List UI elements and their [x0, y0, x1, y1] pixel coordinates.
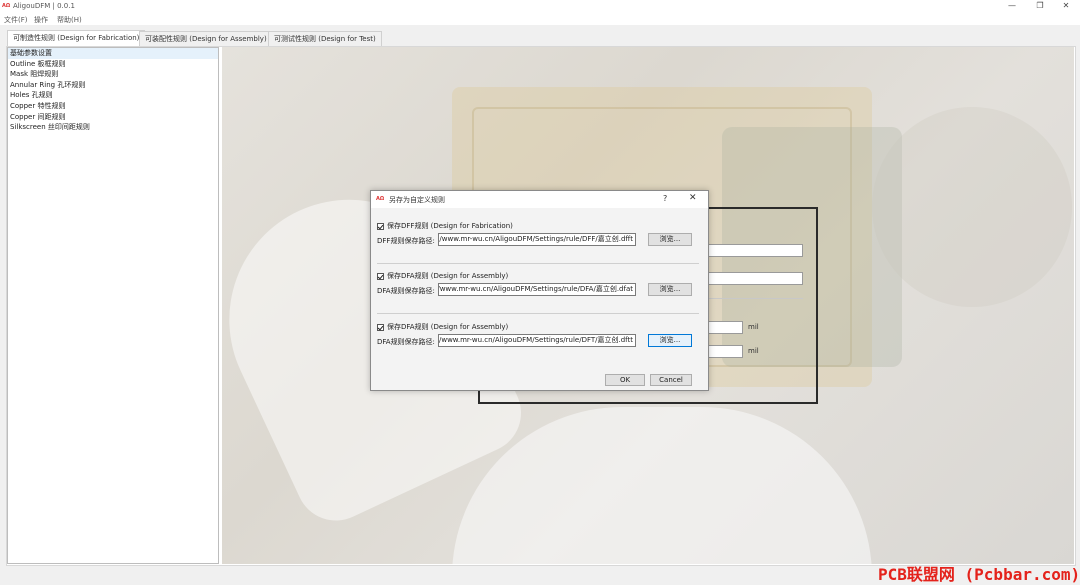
watermark: PCB联盟网 (Pcbbar.com): [878, 565, 1080, 584]
menu-bar: 文件(F) 操作 帮助(H): [0, 13, 1080, 25]
sidebar-item-annular-ring[interactable]: Annular Ring 孔环规则: [8, 80, 218, 91]
save-custom-rules-dialog: ΑΩ 另存为自定义规则 ? ✕ 保存DFF规则 (Design for Fabr…: [370, 190, 709, 391]
tab-test[interactable]: 可测试性规则 (Design for Test): [268, 31, 382, 46]
section-divider: [377, 313, 699, 314]
sidebar-item-outline[interactable]: Outline 板框规则: [8, 59, 218, 70]
param-field-4[interactable]: [708, 345, 743, 358]
menu-file[interactable]: 文件(F): [4, 15, 28, 25]
dff-path-label: DFF规则保存路径:: [377, 237, 435, 245]
sidebar-item-holes[interactable]: Holes 孔规则: [8, 90, 218, 101]
maximize-icon[interactable]: ❐: [1026, 0, 1054, 13]
window-title: AligouDFM | 0.0.1: [13, 2, 75, 10]
tab-assembly[interactable]: 可装配性规则 (Design for Assembly): [139, 31, 273, 46]
minimize-icon[interactable]: —: [998, 0, 1026, 13]
sidebar-item-copper-feature[interactable]: Copper 特性规则: [8, 101, 218, 112]
menu-help[interactable]: 帮助(H): [57, 15, 82, 25]
dff-section: 保存DFF规则 (Design for Fabrication) DFF规则保存…: [377, 221, 701, 266]
dft-browse-button[interactable]: 浏览...: [648, 334, 692, 347]
dff-checkbox[interactable]: [377, 222, 384, 230]
dff-checkbox-label: 保存DFF规则 (Design for Fabrication): [387, 222, 513, 230]
dfa-checkbox-label: 保存DFA规则 (Design for Assembly): [387, 272, 509, 280]
dft-section: 保存DFA规则 (Design for Assembly) DFA规则保存路径:…: [377, 322, 701, 367]
dft-checkbox-label: 保存DFA规则 (Design for Assembly): [387, 323, 509, 331]
sidebar-item-silkscreen[interactable]: Silkscreen 丝印间距规则: [8, 122, 218, 133]
dialog-title-bar: ΑΩ 另存为自定义规则 ? ✕: [371, 191, 708, 208]
dfa-checkbox[interactable]: [377, 272, 384, 280]
param-unit-2: mil: [748, 347, 759, 355]
tab-fabrication[interactable]: 可制造性规则 (Design for Fabrication): [7, 30, 146, 46]
param-field-2[interactable]: [708, 272, 803, 285]
dft-checkbox-row[interactable]: 保存DFA规则 (Design for Assembly): [377, 322, 508, 332]
dialog-app-icon: ΑΩ: [376, 196, 385, 202]
menu-operation[interactable]: 操作: [34, 15, 48, 25]
rules-sidebar: 基础参数设置 Outline 板框规则 Mask 阻焊规则 Annular Ri…: [7, 47, 219, 564]
dff-browse-button[interactable]: 浏览...: [648, 233, 692, 246]
dff-path-input[interactable]: C:/Users/Administrator/AppData/Roaming/w…: [438, 233, 636, 246]
sidebar-item-mask[interactable]: Mask 阻焊规则: [8, 69, 218, 80]
sidebar-item-basic-params[interactable]: 基础参数设置: [8, 48, 218, 59]
background-blur: [872, 107, 1072, 307]
sidebar-item-copper-spacing[interactable]: Copper 间距规则: [8, 112, 218, 123]
dfa-section: 保存DFA规则 (Design for Assembly) DFA规则保存路径:…: [377, 271, 701, 316]
dft-path-label: DFA规则保存路径:: [377, 338, 435, 346]
cancel-button[interactable]: Cancel: [650, 374, 692, 386]
dft-path-input[interactable]: C:/Users/Administrator/AppData/Roaming/w…: [438, 334, 636, 347]
tab-bar: 可制造性规则 (Design for Fabrication) 可装配性规则 (…: [0, 30, 1080, 46]
dfa-browse-button[interactable]: 浏览...: [648, 283, 692, 296]
param-field-3[interactable]: [708, 321, 743, 334]
dfa-checkbox-row[interactable]: 保存DFA规则 (Design for Assembly): [377, 271, 508, 281]
param-field-1[interactable]: [708, 244, 803, 257]
title-bar: ΑΩ AligouDFM | 0.0.1 — ❐ ✕: [0, 0, 1080, 13]
dialog-title: 另存为自定义规则: [389, 196, 445, 204]
ok-button[interactable]: OK: [605, 374, 645, 386]
app-logo-icon: ΑΩ: [2, 3, 11, 9]
close-icon[interactable]: ✕: [1052, 0, 1080, 13]
dft-checkbox[interactable]: [377, 323, 384, 331]
dialog-close-icon[interactable]: ✕: [689, 193, 697, 203]
section-divider: [377, 263, 699, 264]
form-divider: [708, 298, 803, 299]
help-icon[interactable]: ?: [663, 194, 667, 203]
dfa-path-label: DFA规则保存路径:: [377, 287, 435, 295]
param-unit-1: mil: [748, 323, 759, 331]
dfa-path-input[interactable]: C:/Users/Administrator/AppData/Roaming/w…: [438, 283, 636, 296]
dff-checkbox-row[interactable]: 保存DFF规则 (Design for Fabrication): [377, 221, 513, 231]
